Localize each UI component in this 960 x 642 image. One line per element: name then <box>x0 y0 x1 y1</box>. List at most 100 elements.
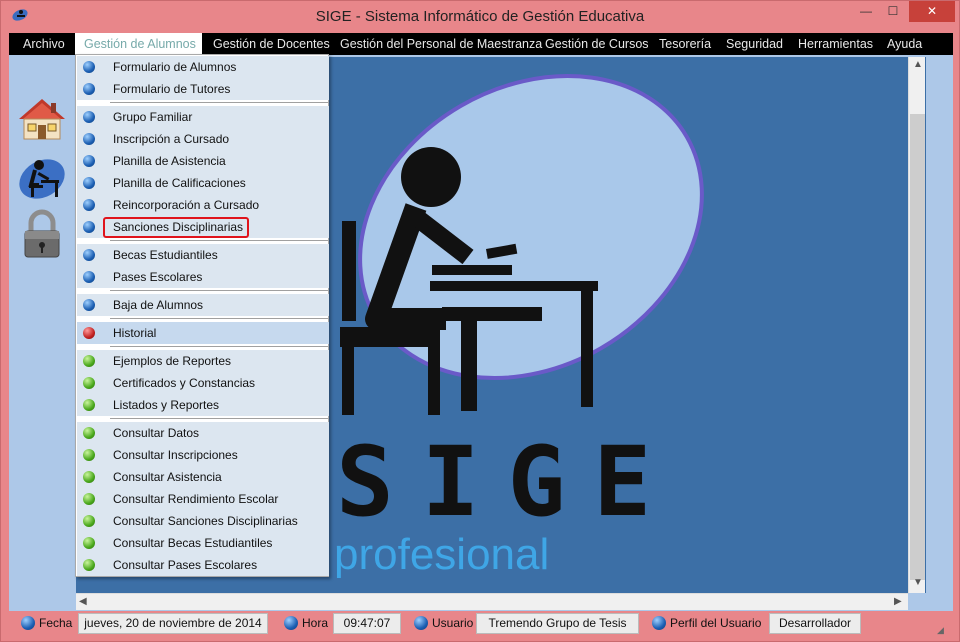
blue-bullet-icon <box>83 199 95 211</box>
menu-item-label: Inscripción a Cursado <box>113 132 230 146</box>
menu-gestion-docentes[interactable]: Gestión de Docentes <box>213 33 330 55</box>
student-icon[interactable] <box>15 151 69 205</box>
menu-gestion-alumnos[interactable]: Gestión de Alumnos <box>75 33 202 55</box>
menu-item-sanciones-disciplinarias[interactable]: Sanciones Disciplinarias <box>77 216 329 238</box>
menu-item-label: Sanciones Disciplinarias <box>113 220 244 234</box>
menu-item-label: Consultar Datos <box>113 426 200 440</box>
menu-item-baja-alumnos[interactable]: Baja de Alumnos <box>77 294 329 316</box>
menu-item-inscripcion-cursado[interactable]: Inscripción a Cursado <box>77 128 329 150</box>
resize-grip-icon[interactable]: ◢ <box>937 625 944 636</box>
menu-item-pases-escolares[interactable]: Pases Escolares <box>77 266 329 288</box>
green-bullet-icon <box>83 515 95 527</box>
menu-item-consultar-inscripciones[interactable]: Consultar Inscripciones <box>77 444 329 466</box>
menu-item-label: Grupo Familiar <box>113 110 193 124</box>
usuario-value: Tremendo Grupo de Tesis <box>476 613 639 634</box>
hora-value: 09:47:07 <box>333 613 401 634</box>
left-toolbar <box>9 55 75 611</box>
menu-item-label: Consultar Pases Escolares <box>113 558 258 572</box>
menu-item-label: Planilla de Asistencia <box>113 154 226 168</box>
blue-bullet-icon <box>83 221 95 233</box>
red-bullet-icon <box>83 327 95 339</box>
scroll-right-icon[interactable]: ▶ <box>894 596 902 607</box>
vertical-scrollbar[interactable]: ▲ ▼ <box>908 57 925 593</box>
menu-gestion-personal-maestranza[interactable]: Gestión del Personal de Maestranza <box>340 33 542 55</box>
menu-item-label: Listados y Reportes <box>113 398 220 412</box>
menu-item-planilla-calificaciones[interactable]: Planilla de Calificaciones <box>77 172 329 194</box>
maximize-button[interactable]: ☐ <box>880 1 906 22</box>
home-icon[interactable] <box>15 93 69 147</box>
menu-separator <box>110 290 328 291</box>
fecha-label: Fecha <box>39 616 73 630</box>
menu-seguridad[interactable]: Seguridad <box>726 33 783 55</box>
green-bullet-icon <box>83 449 95 461</box>
menu-item-consultar-pases[interactable]: Consultar Pases Escolares <box>77 554 329 576</box>
close-button[interactable]: ✕ <box>909 1 955 22</box>
menu-tesoreria[interactable]: Tesorería <box>659 33 711 55</box>
logo-wordmark: SIGE <box>336 426 679 538</box>
menu-item-label: Consultar Inscripciones <box>113 448 238 462</box>
lock-icon[interactable] <box>15 207 69 261</box>
green-bullet-icon <box>83 399 95 411</box>
menu-item-reincorporacion-cursado[interactable]: Reincorporación a Cursado <box>77 194 329 216</box>
green-bullet-icon <box>83 493 95 505</box>
app-window: SIGE - Sistema Informático de Gestión Ed… <box>0 0 960 642</box>
menu-item-becas-estudiantiles[interactable]: Becas Estudiantiles <box>77 244 329 266</box>
blue-bullet-icon <box>83 271 95 283</box>
menu-item-ejemplos-reportes[interactable]: Ejemplos de Reportes <box>77 350 329 372</box>
usuario-label: Usuario <box>432 616 474 630</box>
menu-item-consultar-sanciones[interactable]: Consultar Sanciones Disciplinarias <box>77 510 329 532</box>
menu-gestion-cursos[interactable]: Gestión de Cursos <box>545 33 649 55</box>
menu-item-consultar-datos[interactable]: Consultar Datos <box>77 422 329 444</box>
green-bullet-icon <box>83 355 95 367</box>
menu-item-label: Pases Escolares <box>113 270 203 284</box>
menu-separator <box>110 240 328 241</box>
menu-item-label: Consultar Sanciones Disciplinarias <box>113 514 298 528</box>
menu-item-label: Formulario de Tutores <box>113 82 231 96</box>
blue-bullet-icon <box>83 177 95 189</box>
window-title: SIGE - Sistema Informático de Gestión Ed… <box>315 8 645 25</box>
menu-ayuda[interactable]: Ayuda <box>887 33 922 55</box>
status-bar: Fecha jueves, 20 de noviembre de 2014 Ho… <box>9 612 953 635</box>
menu-archivo[interactable]: Archivo <box>23 33 65 55</box>
menu-item-label: Historial <box>113 326 157 340</box>
menu-item-consultar-rendimiento[interactable]: Consultar Rendimiento Escolar <box>77 488 329 510</box>
green-bullet-icon <box>83 471 95 483</box>
blue-bullet-icon <box>83 111 95 123</box>
fecha-value: jueves, 20 de noviembre de 2014 <box>78 613 268 634</box>
scroll-up-icon[interactable]: ▲ <box>913 59 923 70</box>
menu-herramientas[interactable]: Herramientas <box>798 33 873 55</box>
menu-item-label: Certificados y Constancias <box>113 376 256 390</box>
menu-separator <box>110 102 328 103</box>
menu-item-certificados-constancias[interactable]: Certificados y Constancias <box>77 372 329 394</box>
minimize-button[interactable]: — <box>853 1 879 22</box>
menu-item-formulario-tutores[interactable]: Formulario de Tutores <box>77 78 329 100</box>
menu-item-label: Consultar Rendimiento Escolar <box>113 492 279 506</box>
perfil-bullet-icon <box>652 616 666 630</box>
title-bar: SIGE - Sistema Informático de Gestión Ed… <box>1 1 959 32</box>
green-bullet-icon <box>83 537 95 549</box>
menu-item-consultar-asistencia[interactable]: Consultar Asistencia <box>77 466 329 488</box>
menu-item-grupo-familiar[interactable]: Grupo Familiar <box>77 106 329 128</box>
logo-tagline: profesional <box>334 530 549 579</box>
menu-item-historial[interactable]: Historial <box>77 322 329 344</box>
menu-item-label: Consultar Asistencia <box>113 470 222 484</box>
scroll-left-icon[interactable]: ◀ <box>79 596 87 607</box>
scroll-down-icon[interactable]: ▼ <box>913 577 923 588</box>
menu-item-label: Baja de Alumnos <box>113 298 204 312</box>
menu-item-listados-reportes[interactable]: Listados y Reportes <box>77 394 329 416</box>
fecha-bullet-icon <box>21 616 35 630</box>
menu-bar: Archivo Gestión de Alumnos Gestión de Do… <box>9 33 953 55</box>
blue-bullet-icon <box>83 83 95 95</box>
menu-item-consultar-becas[interactable]: Consultar Becas Estudiantiles <box>77 532 329 554</box>
menu-item-label: Planilla de Calificaciones <box>113 176 246 190</box>
horizontal-scrollbar[interactable]: ◀ ▶ <box>76 593 908 610</box>
menu-item-label: Becas Estudiantiles <box>113 248 218 262</box>
vertical-scroll-thumb[interactable] <box>910 114 925 580</box>
menu-separator <box>110 418 328 419</box>
hora-label: Hora <box>302 616 329 630</box>
perfil-label: Perfil del Usuario <box>670 616 762 630</box>
blue-bullet-icon <box>83 133 95 145</box>
menu-item-label: Ejemplos de Reportes <box>113 354 232 368</box>
menu-item-formulario-alumnos[interactable]: Formulario de Alumnos <box>77 56 329 78</box>
menu-item-planilla-asistencia[interactable]: Planilla de Asistencia <box>77 150 329 172</box>
